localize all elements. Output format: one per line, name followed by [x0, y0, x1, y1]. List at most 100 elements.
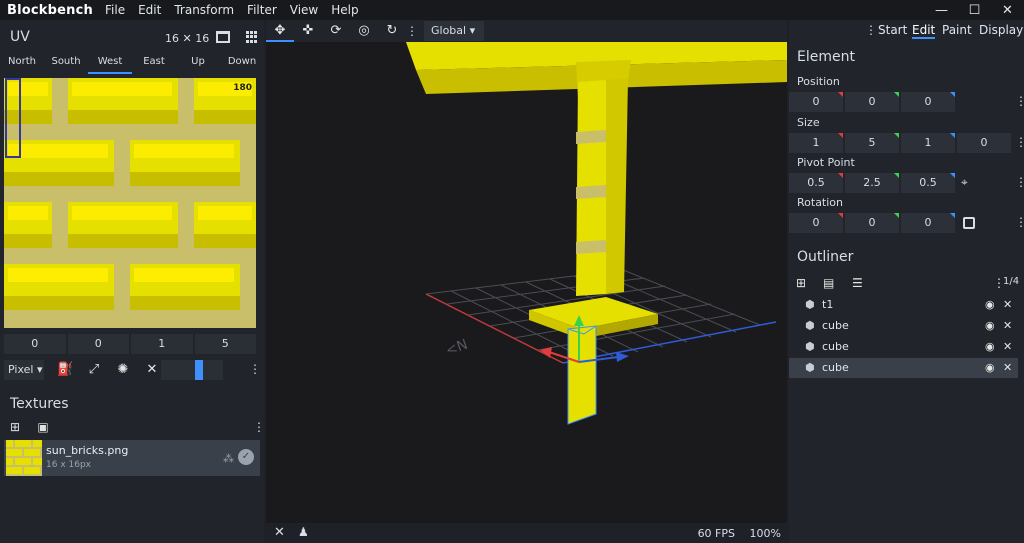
tools-more-icon[interactable]: ⋮	[406, 24, 418, 38]
collapse-icon[interactable]: ☰	[852, 276, 863, 290]
outliner-item-label: cube	[822, 340, 849, 353]
uv-y-input[interactable]: 0	[67, 334, 129, 354]
snap-mode-select[interactable]: Pixel ▾	[4, 360, 44, 380]
close-icon[interactable]: ✕	[1003, 337, 1012, 357]
particle-icon[interactable]: ⁂	[223, 452, 234, 465]
tab-west[interactable]: West	[88, 54, 132, 74]
eye-icon[interactable]: ◉	[985, 358, 995, 378]
tab-up[interactable]: Up	[176, 54, 220, 74]
import-texture-icon[interactable]: ▣	[36, 420, 50, 434]
uv-selection-box[interactable]	[5, 78, 21, 158]
check-icon[interactable]: ✓	[238, 449, 254, 465]
tab-edit[interactable]: Edit	[912, 23, 936, 39]
zoom-level[interactable]: 100%	[750, 527, 781, 540]
eye-icon[interactable]: ◉	[985, 337, 995, 357]
uv-rotation-slider[interactable]	[161, 360, 223, 380]
modes-more-icon[interactable]: ⋮	[865, 23, 877, 37]
eye-icon[interactable]: ◉	[985, 316, 995, 336]
menu-help[interactable]: Help	[331, 3, 358, 17]
close-icon[interactable]: ✕	[274, 525, 285, 540]
menu-edit[interactable]: Edit	[138, 3, 161, 17]
uv-header: UV 16 ✕ 16	[0, 20, 264, 54]
position-more-icon[interactable]: ⋮	[1015, 94, 1024, 108]
uv-size: 16 ✕ 16	[165, 32, 210, 45]
rotation-z-input[interactable]: 0	[901, 213, 955, 233]
add-cube-icon[interactable]: ⊞	[796, 276, 806, 290]
auto-uv-icon[interactable]: ✺	[115, 362, 131, 378]
fill-bucket-icon[interactable]: ⛽	[57, 362, 73, 378]
size-x-input[interactable]: 1	[789, 133, 843, 153]
inflate-input[interactable]: 0	[957, 133, 1011, 153]
textures-toolbar: ⊞ ▣ ⋮	[0, 420, 266, 438]
more-options-icon[interactable]: ⋮	[249, 362, 261, 376]
pivot-z-input[interactable]: 0.5	[901, 173, 955, 193]
menu-file[interactable]: File	[105, 3, 125, 17]
pivot-tool-icon[interactable]: ◎	[350, 20, 378, 42]
cube-icon: ⬢	[805, 340, 815, 353]
rotation-y-input[interactable]: 0	[845, 213, 899, 233]
viewport[interactable]: ✥ ✜ ⟳ ◎ ↻ ⋮ Global ▾ <N ✕ ♟ 60 FPS 100%	[266, 20, 787, 543]
menu-filter[interactable]: Filter	[247, 3, 277, 17]
eye-icon[interactable]: ◉	[985, 295, 995, 315]
close-icon[interactable]: ✕	[991, 0, 1024, 20]
uv-texture-canvas[interactable]: 180	[4, 78, 256, 328]
grid-icon[interactable]	[246, 31, 258, 43]
minimize-icon[interactable]: —	[925, 0, 958, 20]
maximize-icon[interactable]: ☐	[958, 0, 991, 20]
close-icon[interactable]: ✕	[1003, 316, 1012, 336]
pivot-inputs: 0.5 2.5 0.5	[789, 173, 1011, 193]
selected-cube[interactable]	[567, 325, 597, 425]
tab-start[interactable]: Start	[878, 23, 907, 37]
pivot-x-input[interactable]: 0.5	[789, 173, 843, 193]
uv-coordinates: 0 0 1 5	[4, 334, 256, 354]
outliner-item-selected[interactable]: ⬢ cube ◉ ✕	[789, 358, 1018, 378]
uv-x-input[interactable]: 0	[4, 334, 66, 354]
tab-south[interactable]: South	[44, 54, 88, 74]
pivot-label: Pivot Point	[797, 156, 855, 169]
center-pivot-icon[interactable]: ⌖	[961, 175, 968, 190]
rotation-label: Rotation	[797, 196, 844, 209]
textures-more-icon[interactable]: ⋮	[252, 420, 266, 434]
move-tool-icon[interactable]: ✥	[266, 20, 294, 42]
vertex-snap-icon[interactable]: ↻	[378, 20, 406, 42]
outliner-item[interactable]: ⬢ cube ◉ ✕	[789, 337, 1018, 357]
size-inputs: 1 5 1 0	[789, 133, 1011, 153]
position-y-input[interactable]: 0	[845, 92, 899, 112]
person-icon[interactable]: ♟	[298, 525, 309, 539]
outliner-item[interactable]: ⬢ cube ◉ ✕	[789, 316, 1018, 336]
tab-display[interactable]: Display	[979, 23, 1023, 37]
size-z-input[interactable]: 1	[901, 133, 955, 153]
tab-paint[interactable]: Paint	[942, 23, 972, 37]
rotation-more-icon[interactable]: ⋮	[1015, 215, 1024, 229]
uv-width-input[interactable]: 1	[131, 334, 193, 354]
close-icon[interactable]: ✕	[1003, 358, 1012, 378]
tab-down[interactable]: Down	[220, 54, 264, 74]
uv-height-input[interactable]: 5	[194, 334, 256, 354]
menu-transform[interactable]: Transform	[174, 3, 234, 17]
add-group-icon[interactable]: ▤	[823, 276, 834, 290]
pivot-y-input[interactable]: 2.5	[845, 173, 899, 193]
position-x-input[interactable]: 0	[789, 92, 843, 112]
rotate-tool-icon[interactable]: ⟳	[322, 20, 350, 42]
rotation-x-input[interactable]: 0	[789, 213, 843, 233]
menu-view[interactable]: View	[290, 3, 318, 17]
outliner-item[interactable]: ⬢ t1 ◉ ✕	[789, 295, 1018, 315]
close-icon[interactable]: ✕	[1003, 295, 1012, 315]
3d-scene[interactable]: <N	[266, 42, 787, 522]
maximize-uv-icon[interactable]: ⤢	[86, 362, 102, 378]
resize-tool-icon[interactable]: ✜	[294, 20, 322, 42]
rescale-checkbox[interactable]	[963, 217, 975, 229]
tab-north[interactable]: North	[0, 54, 44, 74]
tab-east[interactable]: East	[132, 54, 176, 74]
slider-handle[interactable]	[195, 360, 203, 380]
add-texture-icon[interactable]: ⊞	[8, 420, 22, 434]
clear-uv-icon[interactable]: ✕	[144, 362, 160, 378]
position-z-input[interactable]: 0	[901, 92, 955, 112]
texture-item[interactable]: sun_bricks.png 16 x 16px ⁂ ✓	[4, 440, 260, 476]
window-icon[interactable]	[216, 31, 230, 43]
size-y-input[interactable]: 5	[845, 133, 899, 153]
size-more-icon[interactable]: ⋮	[1015, 135, 1024, 149]
transform-space-label: Global	[431, 24, 467, 37]
pivot-more-icon[interactable]: ⋮	[1015, 175, 1024, 189]
transform-space-select[interactable]: Global ▾	[424, 21, 484, 41]
